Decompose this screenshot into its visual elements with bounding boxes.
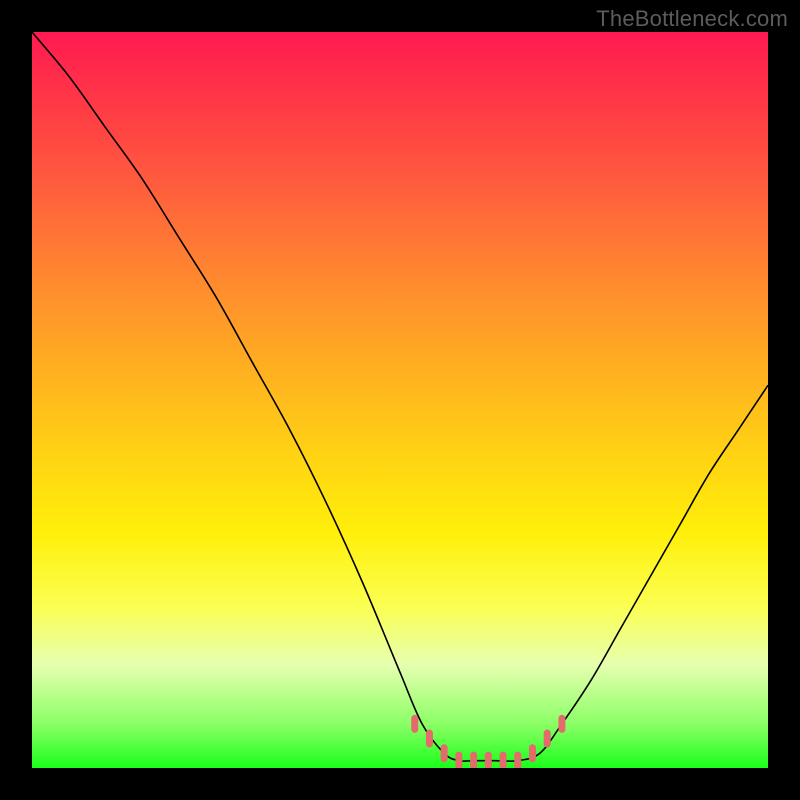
optimal-marker xyxy=(558,715,565,733)
bottleneck-curve xyxy=(32,32,768,761)
optimal-marker xyxy=(500,752,507,768)
optimal-marker xyxy=(514,752,521,768)
optimal-marker xyxy=(544,730,551,748)
optimal-marker xyxy=(455,752,462,768)
attribution-text: TheBottleneck.com xyxy=(596,6,788,32)
optimal-marker xyxy=(470,752,477,768)
optimal-marker xyxy=(441,744,448,762)
chart-frame: TheBottleneck.com xyxy=(0,0,800,800)
bottleneck-curve-svg xyxy=(32,32,768,768)
optimal-marker xyxy=(411,715,418,733)
optimal-marker xyxy=(485,752,492,768)
plot-area xyxy=(32,32,768,768)
optimal-marker xyxy=(426,730,433,748)
optimal-marker xyxy=(529,744,536,762)
